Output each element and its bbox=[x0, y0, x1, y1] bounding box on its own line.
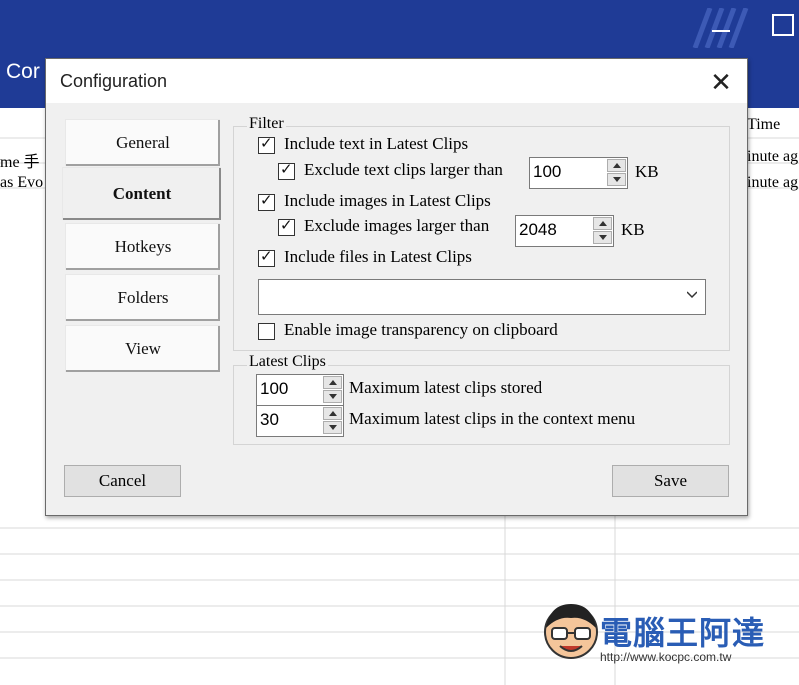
image-size-value: 2048 bbox=[519, 220, 557, 239]
background-row-text: as Evo bbox=[0, 174, 44, 191]
tab-view[interactable]: View bbox=[65, 325, 220, 372]
tab-content[interactable]: Content bbox=[62, 167, 221, 220]
spin-up-icon[interactable] bbox=[607, 159, 626, 172]
maximize-icon[interactable] bbox=[772, 14, 794, 36]
max-context-spinner[interactable]: 30 bbox=[256, 405, 344, 437]
max-stored-spinner[interactable]: 100 bbox=[256, 374, 344, 406]
spin-down-icon[interactable] bbox=[323, 390, 342, 403]
dialog-title: Configuration bbox=[60, 71, 168, 91]
include-files-checkbox[interactable]: ✓ bbox=[258, 247, 275, 267]
exclude-text-label: Exclude text clips larger than bbox=[304, 160, 503, 179]
max-stored-label: Maximum latest clips stored bbox=[349, 378, 543, 397]
include-text-checkbox[interactable]: ✓ bbox=[258, 134, 275, 154]
tab-general[interactable]: General bbox=[65, 119, 220, 166]
filter-group-label: Filter bbox=[247, 115, 286, 133]
image-size-unit: KB bbox=[621, 220, 645, 239]
dialog-titlebar: Configuration ✕ bbox=[46, 59, 747, 103]
spin-up-icon[interactable] bbox=[593, 217, 612, 230]
spin-down-icon[interactable] bbox=[607, 173, 626, 186]
save-button[interactable]: Save bbox=[612, 465, 729, 497]
latest-clips-group-label: Latest Clips bbox=[247, 353, 328, 371]
transparency-label: Enable image transparency on clipboard bbox=[284, 320, 558, 339]
max-context-label: Maximum latest clips in the context menu bbox=[349, 409, 636, 428]
checkmark-icon: ✓ bbox=[260, 191, 273, 209]
background-row-time: inute ag bbox=[747, 174, 799, 191]
exclude-images-label: Exclude images larger than bbox=[304, 216, 490, 235]
decorative-stripes-icon bbox=[692, 8, 749, 48]
checkmark-icon: ✓ bbox=[280, 160, 293, 178]
checkmark-icon: ✓ bbox=[260, 134, 273, 152]
background-column-header: Time bbox=[747, 116, 781, 133]
mascot-logo-icon bbox=[544, 604, 598, 659]
close-icon[interactable]: ✕ bbox=[708, 69, 734, 95]
chevron-down-icon bbox=[687, 291, 697, 299]
exclude-text-checkbox[interactable]: ✓ bbox=[278, 160, 295, 180]
tab-folders[interactable]: Folders bbox=[65, 274, 220, 321]
max-context-value: 30 bbox=[260, 410, 279, 429]
transparency-checkbox[interactable] bbox=[258, 323, 275, 340]
checkmark-icon: ✓ bbox=[260, 247, 273, 265]
cancel-button[interactable]: Cancel bbox=[64, 465, 181, 497]
text-size-unit: KB bbox=[635, 162, 659, 181]
filter-dropdown[interactable] bbox=[258, 279, 706, 315]
spin-down-icon[interactable] bbox=[593, 231, 612, 244]
configuration-dialog: Configuration ✕ General Content Hotkeys … bbox=[45, 58, 748, 516]
include-text-label: Include text in Latest Clips bbox=[284, 134, 469, 153]
image-size-spinner[interactable]: 2048 bbox=[515, 215, 614, 247]
watermark-url: http://www.kocpc.com.tw bbox=[600, 650, 732, 664]
tab-hotkeys[interactable]: Hotkeys bbox=[65, 223, 220, 270]
watermark: 電腦王阿達 http://www.kocpc.com.tw bbox=[540, 598, 780, 666]
exclude-images-checkbox[interactable]: ✓ bbox=[278, 216, 295, 236]
spin-up-icon[interactable] bbox=[323, 376, 342, 389]
background-row-time: inute ag bbox=[747, 148, 799, 165]
text-size-spinner[interactable]: 100 bbox=[529, 157, 628, 189]
checkmark-icon: ✓ bbox=[280, 216, 293, 234]
spin-down-icon[interactable] bbox=[323, 421, 342, 434]
background-app-title: Cor bbox=[6, 60, 40, 83]
background-row-text: me 手 bbox=[0, 154, 40, 171]
text-size-value: 100 bbox=[533, 162, 562, 181]
max-stored-value: 100 bbox=[260, 379, 289, 398]
minimize-icon[interactable] bbox=[712, 30, 730, 32]
include-images-checkbox[interactable]: ✓ bbox=[258, 191, 275, 211]
include-files-label: Include files in Latest Clips bbox=[284, 247, 472, 266]
include-images-label: Include images in Latest Clips bbox=[284, 191, 491, 210]
watermark-logo-text: 電腦王阿達 bbox=[600, 614, 766, 652]
spin-up-icon[interactable] bbox=[323, 407, 342, 420]
